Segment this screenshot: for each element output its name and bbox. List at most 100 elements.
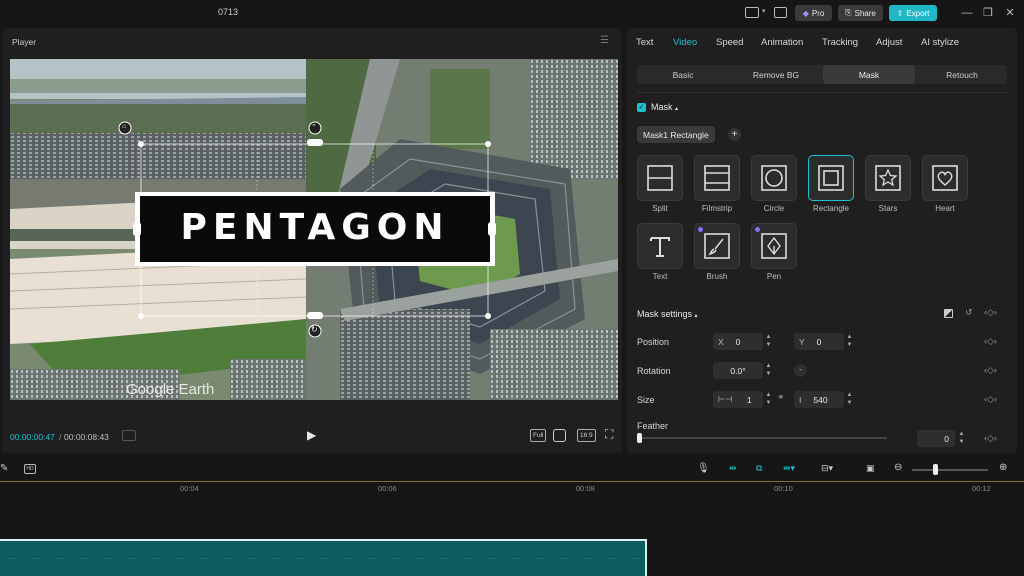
feather-field[interactable]: 0: [917, 430, 955, 447]
size-height-stepper[interactable]: ▲ ▼: [845, 391, 854, 408]
pro-button[interactable]: ◆ Pro: [795, 5, 832, 21]
position-y-field[interactable]: Y0: [794, 333, 844, 350]
clip-frame-marker: ····: [104, 556, 111, 562]
connect-icon[interactable]: ⇹▾: [783, 463, 795, 474]
chevron-down-icon[interactable]: ▾: [762, 7, 766, 15]
snap-icon[interactable]: ⧉: [756, 463, 762, 474]
keyframe-icon[interactable]: ‹◇›: [984, 433, 997, 444]
total-time: 00:00:08:43: [64, 432, 109, 442]
microphone-icon[interactable]: 🎙: [697, 463, 710, 474]
link-clips-icon[interactable]: ⇹: [729, 463, 737, 474]
share-button[interactable]: ⎘ Share: [838, 5, 883, 21]
link-icon[interactable]: ⚭: [777, 392, 785, 403]
position-x-stepper[interactable]: ▲ ▼: [764, 333, 773, 350]
tab-ai-stylize[interactable]: AI stylize: [921, 37, 959, 48]
mask-pen-button[interactable]: [751, 223, 797, 269]
close-icon[interactable]: ✕: [1001, 5, 1019, 21]
subtab-remove-bg[interactable]: Remove BG: [730, 65, 822, 84]
mask-settings-title[interactable]: Mask settings ▴: [637, 309, 698, 319]
fullscreen-icon[interactable]: ⛶: [605, 427, 613, 442]
rotation-label: Rotation: [637, 366, 671, 376]
mask-section-title[interactable]: Mask ▴: [651, 102, 678, 112]
mask-split-button[interactable]: [637, 155, 683, 201]
tab-video[interactable]: Video: [673, 37, 697, 48]
playhead-start: [0, 481, 1024, 482]
mask-circle-button[interactable]: [751, 155, 797, 201]
feather-handle-icon[interactable]: ⌂: [122, 123, 126, 130]
position-label: Position: [637, 337, 670, 347]
gem-icon: ◆: [802, 8, 809, 18]
mask-filmstrip-button[interactable]: [694, 155, 740, 201]
subtab-mask[interactable]: Mask: [823, 65, 915, 84]
tab-speed[interactable]: Speed: [716, 37, 743, 48]
keyframe-icon[interactable]: ‹◇›: [984, 365, 997, 376]
aspect-ratio-button[interactable]: 16:9: [577, 429, 596, 442]
watermark-text: Google Earth: [126, 381, 215, 398]
add-mask-button[interactable]: +: [728, 128, 741, 141]
minimize-icon[interactable]: —: [958, 5, 976, 21]
keyframe-icon[interactable]: ‹◇›: [984, 307, 997, 318]
size-height-field[interactable]: I 540: [794, 391, 844, 408]
time-separator: /: [59, 432, 62, 442]
mask-chip[interactable]: Mask1 Rectangle: [637, 126, 715, 143]
hd-icon[interactable]: HD: [24, 464, 36, 474]
subtab-retouch[interactable]: Retouch: [916, 65, 1008, 84]
title-bar: 0713 ▾ ◆ Pro ⎘ Share ⇪ Export — ❐ ✕: [0, 0, 1024, 27]
reset-icon[interactable]: ↺: [965, 307, 973, 318]
zoom-slider-thumb[interactable]: [933, 464, 938, 475]
mask-heart-button[interactable]: [922, 155, 968, 201]
rotation-stepper[interactable]: ▲ ▼: [764, 362, 773, 379]
tab-animation[interactable]: Animation: [761, 37, 803, 48]
expand-handle-icon[interactable]: ⌃: [311, 123, 317, 131]
mask-label-split: Split: [652, 204, 668, 213]
mask-label-rectangle: Rectangle: [812, 204, 850, 213]
mask-rectangle-button[interactable]: [808, 155, 854, 201]
split-view-icon[interactable]: ⊟▾: [821, 463, 833, 474]
video-preview[interactable]: ⌂ ↻ ⌃ PENTAGON Google Earth: [10, 59, 618, 400]
rotate-icon[interactable]: ↻: [311, 325, 318, 334]
mask-label-brush: Brush: [706, 272, 728, 281]
tab-adjust[interactable]: Adjust: [876, 37, 902, 48]
clip-frame-marker: ····: [56, 556, 63, 562]
timeline-ruler[interactable]: [0, 481, 1024, 495]
ruler-tick: 00:10: [774, 484, 793, 493]
export-button[interactable]: ⇪ Export: [889, 5, 937, 21]
filmstrip-icon[interactable]: [122, 430, 136, 441]
feather-slider-thumb[interactable]: [637, 433, 642, 443]
keyframe-icon[interactable]: ‹◇›: [984, 394, 997, 405]
mask-text-button[interactable]: [637, 223, 683, 269]
feather-slider-track[interactable]: [637, 437, 887, 439]
magic-wand-icon[interactable]: ✎: [0, 463, 8, 474]
menu-icon[interactable]: ☰: [600, 35, 609, 46]
restore-icon[interactable]: ❐: [979, 5, 997, 21]
tab-tracking[interactable]: Tracking: [822, 37, 858, 48]
tab-text[interactable]: Text: [636, 37, 653, 48]
zoom-in-icon[interactable]: ⊕: [999, 462, 1007, 473]
layout-icon[interactable]: [745, 7, 759, 18]
mask-label-stars: Stars: [878, 204, 898, 213]
crop-icon[interactable]: [553, 429, 566, 442]
size-width-field[interactable]: ⊢⊣ 1: [713, 391, 763, 408]
quality-full-button[interactable]: Full: [530, 429, 547, 442]
circle-icon: [761, 165, 787, 191]
rotation-field[interactable]: 0.0°: [713, 362, 763, 379]
size-width-stepper[interactable]: ▲ ▼: [764, 391, 773, 408]
subtab-basic[interactable]: Basic: [637, 65, 729, 84]
mask-brush-button[interactable]: [694, 223, 740, 269]
clip-frame-marker: ····: [152, 556, 159, 562]
position-y-stepper[interactable]: ▲ ▼: [845, 333, 854, 350]
clip-frame-marker: ····: [320, 556, 327, 562]
keyboard-icon[interactable]: [774, 7, 787, 18]
position-x-field[interactable]: X0: [713, 333, 763, 350]
preview-icon[interactable]: ▣: [866, 463, 875, 474]
zoom-out-icon[interactable]: ⊖: [894, 462, 902, 473]
play-button[interactable]: ▶: [307, 428, 316, 442]
invert-icon[interactable]: [944, 309, 953, 318]
keyframe-icon[interactable]: ‹◇›: [984, 336, 997, 347]
zoom-slider-track[interactable]: [912, 469, 988, 471]
feather-stepper[interactable]: ▲ ▼: [957, 430, 966, 447]
rotation-dial[interactable]: -: [794, 364, 807, 377]
pro-badge-icon: [755, 227, 760, 232]
mask-checkbox[interactable]: ✓: [637, 103, 646, 112]
mask-stars-button[interactable]: [865, 155, 911, 201]
